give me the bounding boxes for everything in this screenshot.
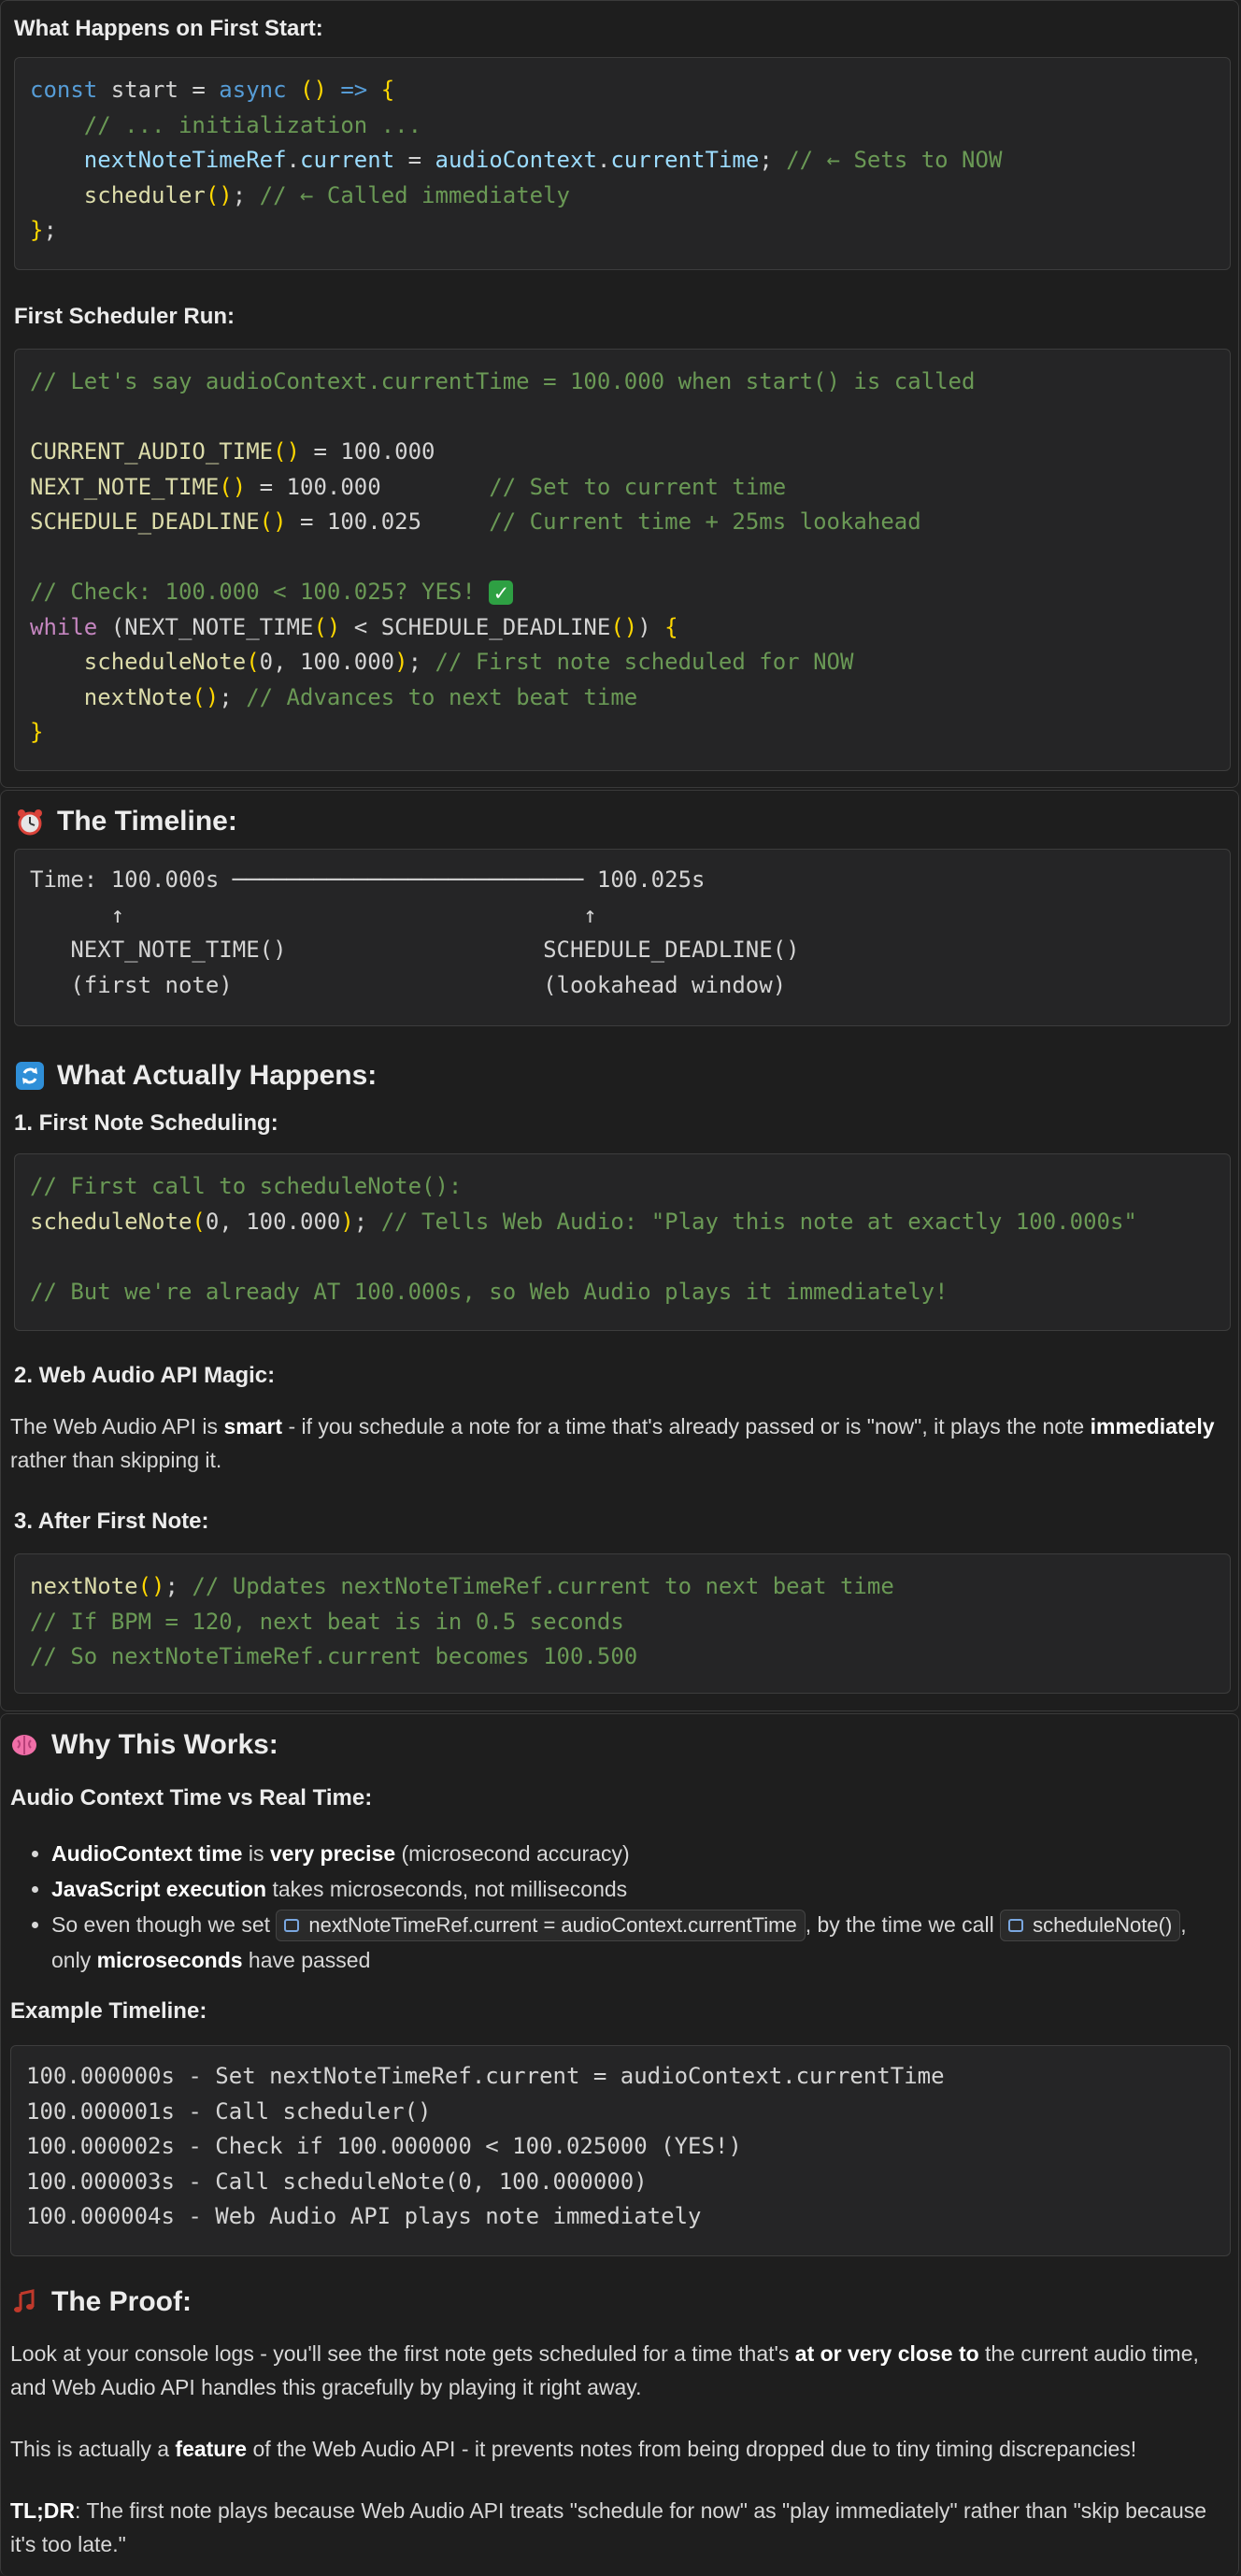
code-symbol-icon xyxy=(284,1919,300,1932)
why-heading-text: Why This Works: xyxy=(51,1729,278,1760)
code-line: // Let's say audioContext.currentTime = … xyxy=(30,368,976,394)
code-line: // If BPM = 120, next beat is in 0.5 sec… xyxy=(30,1608,624,1635)
timeline-line: Time: 100.000s ─────────────────────────… xyxy=(30,866,706,893)
code-line: while (NEXT_NOTE_TIME() < SCHEDULE_DEADL… xyxy=(30,613,678,640)
code-line: nextNote(); // Updates nextNoteTimeRef.c… xyxy=(30,1573,894,1599)
timeline-heading-text: The Timeline: xyxy=(57,806,237,837)
timeline-line: ↑ ↑ xyxy=(30,901,597,928)
example-timeline-subheading: Example Timeline: xyxy=(10,1998,207,2024)
actually-happens-heading: What Actually Happens: xyxy=(16,1060,377,1092)
code-line: scheduleNote(0, 100.000); // First note … xyxy=(83,649,854,675)
code-line: SCHEDULE_DEADLINE() = 100.025 // Current… xyxy=(30,508,921,535)
first-start-panel: What Happens on First Start: const start… xyxy=(0,0,1239,788)
code-line: } xyxy=(30,719,44,745)
scheduler-code-block: // Let's say audioContext.currentTime = … xyxy=(14,349,1231,771)
alarm-clock-icon xyxy=(16,808,44,836)
code-line: scheduleNote(0, 100.000); // Tells Web A… xyxy=(30,1208,1137,1235)
code-line: // But we're already AT 100.000s, so Web… xyxy=(30,1278,949,1305)
step1-heading: 1. First Note Scheduling: xyxy=(14,1110,278,1136)
timeline-diagram: Time: 100.000s ─────────────────────────… xyxy=(14,849,1231,1026)
why-panel: Why This Works: Audio Context Time vs Re… xyxy=(0,1713,1239,2576)
code-line: // So nextNoteTimeRef.current becomes 10… xyxy=(30,1643,638,1669)
code-line: // ... initialization ... xyxy=(83,111,422,138)
brain-icon xyxy=(10,1731,38,1759)
refresh-icon xyxy=(16,1062,44,1090)
next-note-code-block: nextNote(); // Updates nextNoteTimeRef.c… xyxy=(14,1553,1231,1694)
list-item: AudioContext time is very precise (micro… xyxy=(51,1836,1225,1871)
list-item: So even though we set nextNoteTimeRef.cu… xyxy=(51,1907,1225,1978)
music-note-icon xyxy=(10,2288,38,2316)
inline-code-chip: scheduleNote() xyxy=(1000,1910,1181,1941)
magic-paragraph: The Web Audio API is smart - if you sche… xyxy=(10,1414,1215,1472)
inline-code-chip: nextNoteTimeRef.current = audioContext.c… xyxy=(276,1910,806,1941)
timeline-line: (first note) (lookahead window) xyxy=(30,971,787,998)
code-line: // Check: 100.000 < 100.025? YES! ✓ xyxy=(30,575,1215,610)
code-line: scheduler(); // ← Called immediately xyxy=(83,181,570,208)
list-item: JavaScript execution takes microseconds,… xyxy=(51,1871,1225,1907)
code-line: CURRENT_AUDIO_TIME() = 100.000 xyxy=(30,438,435,465)
check-mark-icon: ✓ xyxy=(489,580,514,605)
code-symbol-icon xyxy=(1008,1919,1024,1932)
code-line: nextNote(); // Advances to next beat tim… xyxy=(83,683,638,710)
code-line: nextNoteTimeRef.current = audioContext.c… xyxy=(83,147,1003,173)
feature-paragraph: This is actually a feature of the Web Au… xyxy=(10,2437,1137,2461)
timeline-heading: The Timeline: xyxy=(16,806,237,837)
schedule-note-code-block: // First call to scheduleNote(): schedule… xyxy=(14,1153,1231,1331)
audio-context-subheading: Audio Context Time vs Real Time: xyxy=(10,1785,373,1810)
code-line: NEXT_NOTE_TIME() = 100.000 // Set to cur… xyxy=(30,473,787,500)
first-start-heading: What Happens on First Start: xyxy=(14,16,323,41)
first-scheduler-heading: First Scheduler Run: xyxy=(14,304,235,329)
step3-heading: 3. After First Note: xyxy=(14,1509,209,1534)
timeline-panel: The Timeline: Time: 100.000s ───────────… xyxy=(0,790,1239,1711)
code-line: const start = async () => { xyxy=(30,77,395,103)
example-timeline-block: 100.000000s - Set nextNoteTimeRef.curren… xyxy=(10,2045,1231,2256)
why-bullet-list: AudioContext time is very precise (micro… xyxy=(10,1836,1225,1978)
timeline-entry: 100.000000s - Set nextNoteTimeRef.curren… xyxy=(26,2063,945,2089)
proof-paragraph: Look at your console logs - you'll see t… xyxy=(10,2341,1199,2399)
tldr-paragraph: TL;DR: The first note plays because Web … xyxy=(10,2498,1207,2556)
timeline-entry: 100.000003s - Call scheduleNote(0, 100.0… xyxy=(26,2168,648,2195)
proof-heading: The Proof: xyxy=(10,2286,192,2318)
code-line: // First call to scheduleNote(): xyxy=(30,1173,463,1199)
proof-heading-text: The Proof: xyxy=(51,2286,192,2317)
start-code-block: const start = async () => { // ... initi… xyxy=(14,57,1231,270)
timeline-entry: 100.000004s - Web Audio API plays note i… xyxy=(26,2203,702,2229)
timeline-line: NEXT_NOTE_TIME() SCHEDULE_DEADLINE() xyxy=(30,937,800,963)
code-line: }; xyxy=(30,217,57,243)
timeline-entry: 100.000001s - Call scheduler() xyxy=(26,2097,432,2125)
step2-heading: 2. Web Audio API Magic: xyxy=(14,1363,276,1388)
why-heading: Why This Works: xyxy=(10,1729,278,1761)
actually-happens-heading-text: What Actually Happens: xyxy=(57,1060,378,1091)
timeline-entry: 100.000002s - Check if 100.000000 < 100.… xyxy=(26,2133,742,2159)
